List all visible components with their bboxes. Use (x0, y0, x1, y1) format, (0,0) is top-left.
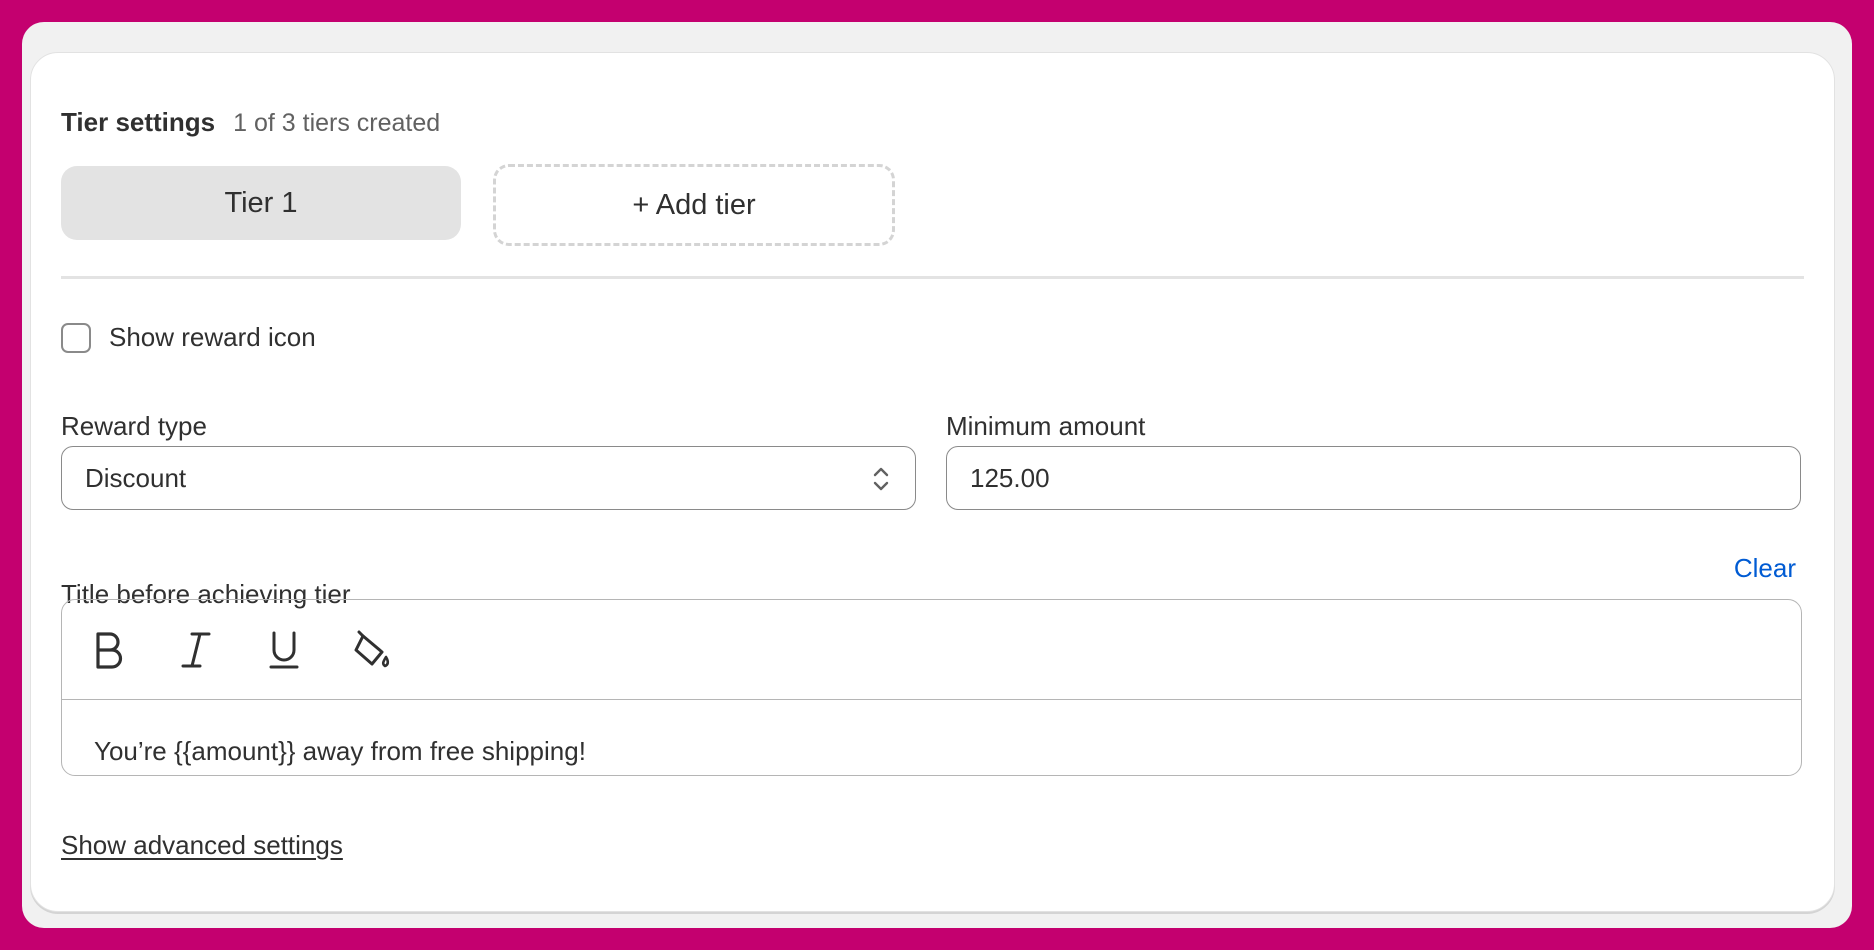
minimum-amount-value: 125.00 (970, 462, 1050, 493)
show-reward-icon-label[interactable]: Show reward icon (109, 322, 316, 353)
add-tier-button[interactable]: + Add tier (493, 164, 895, 246)
editor-text-area[interactable]: You’re {{amount}} away from free shippin… (62, 700, 1801, 767)
bold-button[interactable] (84, 626, 132, 674)
show-reward-icon-checkbox[interactable] (61, 322, 91, 353)
settings-frame: Tier settings 1 of 3 tiers created Tier … (22, 22, 1852, 928)
rich-text-editor: You’re {{amount}} away from free shippin… (61, 599, 1802, 776)
select-chevron-icon (873, 467, 889, 491)
show-reward-icon-option: Show reward icon (61, 322, 316, 353)
bold-icon (96, 631, 123, 669)
card-header: Tier settings 1 of 3 tiers created (61, 107, 440, 138)
tier-count-text: 1 of 3 tiers created (233, 109, 441, 137)
minimum-amount-label: Minimum amount (946, 411, 1146, 441)
underline-icon (269, 631, 299, 668)
italic-button[interactable] (172, 626, 220, 674)
card-content: Tier settings 1 of 3 tiers created Tier … (61, 53, 1804, 911)
tier-tabs: Tier 1 + Add tier (61, 164, 895, 246)
section-title: Tier settings (61, 107, 216, 137)
tier-1-tab[interactable]: Tier 1 (61, 166, 461, 240)
minimum-amount-input[interactable]: 125.00 (946, 446, 1801, 510)
section-divider (61, 276, 1804, 279)
text-color-button[interactable] (348, 626, 396, 674)
clear-link[interactable]: Clear (1734, 553, 1796, 584)
show-advanced-settings-link[interactable]: Show advanced settings (61, 830, 343, 861)
tier-settings-card: Tier settings 1 of 3 tiers created Tier … (30, 52, 1835, 912)
editor-toolbar (62, 600, 1801, 700)
reward-type-select[interactable]: Discount (61, 446, 916, 510)
reward-type-label: Reward type (61, 411, 207, 441)
reward-type-value: Discount (85, 462, 187, 493)
paint-bucket-icon (354, 630, 390, 667)
underline-button[interactable] (260, 626, 308, 674)
italic-icon (181, 632, 211, 667)
